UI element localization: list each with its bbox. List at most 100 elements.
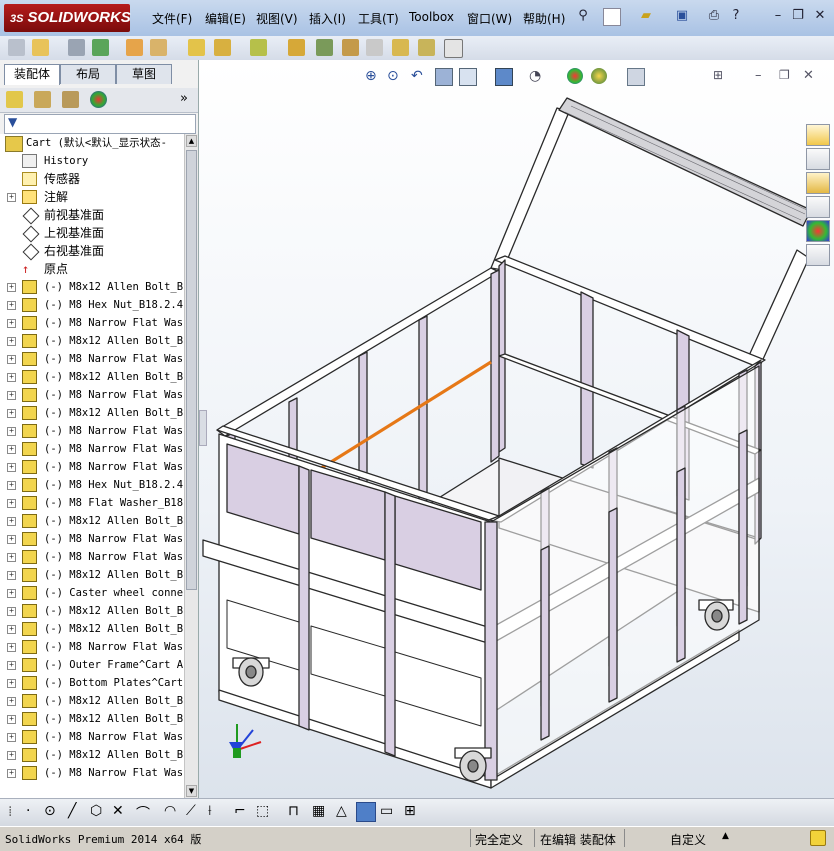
tree-item[interactable]: 上视基准面 bbox=[0, 224, 184, 243]
fillet-icon[interactable]: ◠ bbox=[164, 803, 176, 819]
tree-item[interactable]: + (-) M8 Hex Nut_B18.2.4. bbox=[0, 476, 184, 494]
expand-icon[interactable]: + bbox=[7, 391, 16, 400]
instant3d-icon[interactable] bbox=[444, 39, 463, 58]
expand-icon[interactable]: + bbox=[7, 769, 16, 778]
tree-item[interactable]: + (-) M8 Narrow Flat Wash bbox=[0, 440, 184, 458]
expand-icon[interactable]: + bbox=[7, 301, 16, 310]
exploded-view-icon[interactable] bbox=[342, 39, 359, 56]
design-library-icon[interactable] bbox=[806, 148, 830, 170]
menu-view[interactable]: 视图(V) bbox=[256, 10, 298, 27]
expand-icon[interactable]: + bbox=[7, 427, 16, 436]
point-icon[interactable]: · bbox=[26, 803, 30, 819]
menu-tools[interactable]: 工具(T) bbox=[358, 10, 399, 27]
tree-item[interactable]: + (-) M8 Narrow Flat Wash bbox=[0, 422, 184, 440]
tree-item[interactable]: + (-) M8 Narrow Flat Wash bbox=[0, 728, 184, 746]
smart-fasteners-icon[interactable] bbox=[126, 39, 143, 56]
expand-icon[interactable]: + bbox=[7, 481, 16, 490]
file-explorer-icon[interactable] bbox=[806, 172, 830, 194]
expand-icon[interactable]: + bbox=[7, 625, 16, 634]
menu-file[interactable]: 文件(F) bbox=[152, 10, 192, 27]
mirror-icon[interactable]: ⟊ bbox=[208, 803, 212, 819]
expand-icon[interactable]: + bbox=[7, 751, 16, 760]
tree-item[interactable]: + (-) M8 Narrow Flat Wash bbox=[0, 764, 184, 782]
tab-assembly[interactable]: 装配体 bbox=[4, 64, 60, 85]
component-pattern-icon[interactable] bbox=[92, 39, 109, 56]
status-units[interactable]: 自定义 bbox=[670, 831, 706, 848]
assembly-icon[interactable] bbox=[8, 39, 25, 56]
plane-view-icon[interactable]: ▭ bbox=[380, 803, 393, 819]
tree-item[interactable]: + (-) M8 Narrow Flat Wash bbox=[0, 638, 184, 656]
shaded-view-icon[interactable] bbox=[356, 802, 376, 822]
bill-of-materials-icon[interactable] bbox=[316, 39, 333, 56]
expand-icon[interactable]: + bbox=[7, 355, 16, 364]
home-icon[interactable] bbox=[806, 124, 830, 146]
interference-detection-icon[interactable] bbox=[392, 39, 409, 56]
tree-item[interactable]: + (-) M8x12 Allen Bolt_B1 bbox=[0, 512, 184, 530]
menu-toolbox[interactable]: Toolbox bbox=[409, 10, 454, 24]
expand-icon[interactable]: + bbox=[7, 715, 16, 724]
open-folder-icon[interactable]: ▰ bbox=[638, 8, 654, 24]
tree-item[interactable]: + (-) M8x12 Allen Bolt_B1 bbox=[0, 710, 184, 728]
expand-panel-icon[interactable]: » bbox=[180, 91, 188, 106]
expand-icon[interactable]: + bbox=[7, 679, 16, 688]
reference-geometry-icon[interactable] bbox=[250, 39, 267, 56]
tree-item[interactable]: + (-) M8x12 Allen Bolt_B1 bbox=[0, 692, 184, 710]
tree-item[interactable]: + (-) Outer Frame^Cart As bbox=[0, 656, 184, 674]
expand-icon[interactable]: + bbox=[7, 535, 16, 544]
display-manager-icon[interactable] bbox=[90, 91, 107, 108]
expand-icon[interactable]: + bbox=[7, 319, 16, 328]
expand-icon[interactable]: + bbox=[7, 499, 16, 508]
assembly-features-icon[interactable] bbox=[214, 39, 231, 56]
expand-icon[interactable]: + bbox=[7, 607, 16, 616]
trim-icon[interactable]: ✕ bbox=[112, 803, 124, 819]
relation-icon[interactable]: △ bbox=[336, 803, 347, 819]
tree-item[interactable]: + (-) Caster wheel connec bbox=[0, 584, 184, 602]
expand-icon[interactable]: + bbox=[7, 643, 16, 652]
expand-icon[interactable]: + bbox=[7, 553, 16, 562]
show-hidden-icon[interactable] bbox=[188, 39, 205, 56]
tree-item[interactable]: + (-) M8 Narrow Flat Wash bbox=[0, 314, 184, 332]
expand-icon[interactable]: + bbox=[7, 193, 16, 202]
pin-icon[interactable]: ⚲ bbox=[575, 8, 591, 24]
tree-item[interactable]: + 注解 bbox=[0, 188, 184, 206]
minimize-icon[interactable]: – bbox=[770, 8, 786, 24]
tree-item[interactable]: + (-) M8 Narrow Flat Wash bbox=[0, 458, 184, 476]
offset-icon[interactable]: ⟋ bbox=[186, 803, 196, 819]
tree-item[interactable]: + (-) M8 Narrow Flat Wash bbox=[0, 350, 184, 368]
tree-item[interactable]: ↑ 原点 bbox=[0, 260, 184, 278]
tab-layout[interactable]: 布局 bbox=[60, 64, 116, 84]
expand-icon[interactable]: + bbox=[7, 589, 16, 598]
tree-item[interactable]: + (-) M8x12 Allen Bolt_B1 bbox=[0, 332, 184, 350]
tree-item[interactable]: + (-) M8x12 Allen Bolt_B1 bbox=[0, 404, 184, 422]
view-palette-icon[interactable] bbox=[806, 196, 830, 218]
clearance-verification-icon[interactable] bbox=[418, 39, 435, 56]
tree-item[interactable]: + (-) M8x12 Allen Bolt_B1 bbox=[0, 620, 184, 638]
smart-dimension-icon[interactable]: ⊓ bbox=[288, 803, 299, 819]
insert-component-icon[interactable] bbox=[32, 39, 49, 56]
new-motion-study-icon[interactable] bbox=[288, 39, 305, 56]
expand-icon[interactable]: + bbox=[7, 463, 16, 472]
feature-manager-icon[interactable] bbox=[6, 91, 23, 108]
solidworks-logo[interactable]: 3S SOLIDWORKS bbox=[4, 4, 131, 32]
tree-item[interactable]: History bbox=[0, 152, 184, 170]
expand-icon[interactable]: + bbox=[7, 337, 16, 346]
print-icon[interactable]: ⎙ bbox=[706, 8, 722, 24]
tree-item[interactable]: + (-) M8x12 Allen Bolt_B1 bbox=[0, 602, 184, 620]
expand-icon[interactable]: + bbox=[7, 697, 16, 706]
close-icon[interactable]: ✕ bbox=[812, 8, 828, 24]
menu-help[interactable]: 帮助(H) bbox=[523, 10, 565, 27]
scroll-up-icon[interactable]: ▲ bbox=[186, 135, 197, 147]
new-document-icon[interactable] bbox=[603, 8, 621, 26]
polygon-icon[interactable]: ⬡ bbox=[90, 803, 102, 819]
menu-edit[interactable]: 编辑(E) bbox=[205, 10, 246, 27]
menu-insert[interactable]: 插入(I) bbox=[309, 10, 346, 27]
tree-item[interactable]: + (-) M8x12 Allen Bolt_B1 bbox=[0, 566, 184, 584]
tree-item[interactable]: + (-) Bottom Plates^Cart bbox=[0, 674, 184, 692]
expand-icon[interactable]: + bbox=[7, 661, 16, 670]
corner-rectangle-icon[interactable]: ⌐ bbox=[234, 803, 246, 819]
sketch-rectangle-icon[interactable]: ⬚ bbox=[256, 803, 269, 819]
tree-item[interactable]: + (-) M8 Narrow Flat Wash bbox=[0, 548, 184, 566]
tree-item[interactable]: + (-) M8 Narrow Flat Wash bbox=[0, 530, 184, 548]
circle-icon[interactable]: ⊙ bbox=[44, 803, 56, 819]
tree-item[interactable]: + (-) M8x12 Allen Bolt_B1 bbox=[0, 278, 184, 296]
